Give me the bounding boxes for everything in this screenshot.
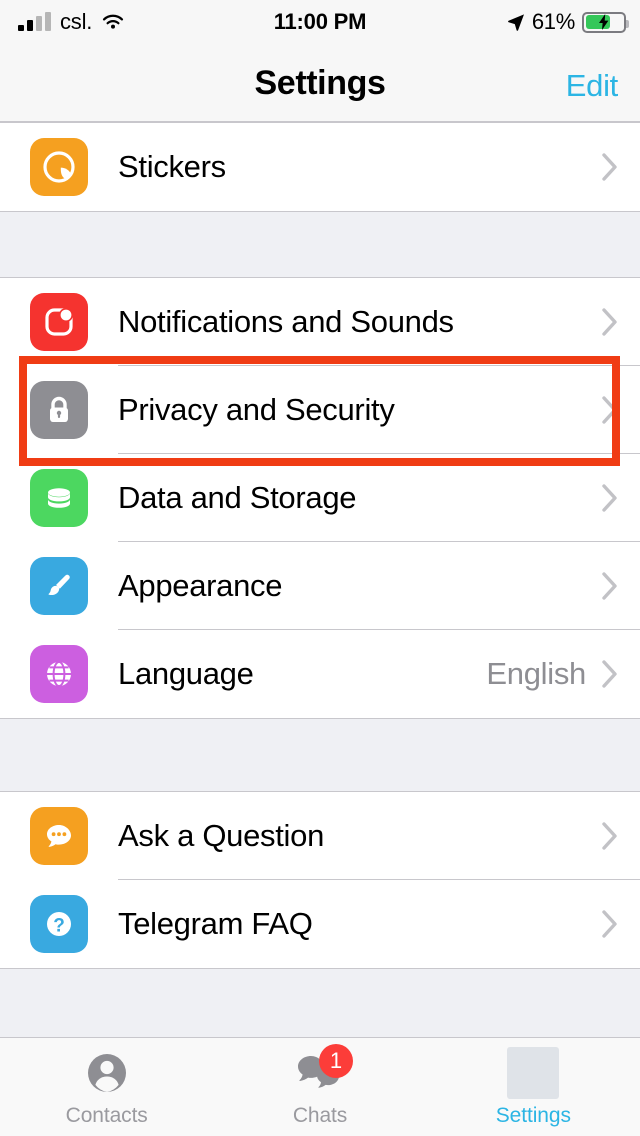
svg-text:?: ? (53, 916, 65, 937)
settings-row-label: Privacy and Security (118, 392, 395, 427)
paintbrush-icon (30, 557, 88, 615)
stickers-icon (30, 138, 88, 196)
settings-group-main: Notifications and Sounds Privacy and Sec… (0, 277, 640, 719)
settings-row-label: Notifications and Sounds (118, 304, 454, 339)
chevron-right-icon (602, 572, 617, 600)
settings-row-label: Data and Storage (118, 480, 357, 515)
chevron-right-icon (602, 396, 617, 424)
settings-row-label: Stickers (118, 149, 226, 184)
person-icon (80, 1046, 134, 1100)
settings-placeholder-icon (506, 1046, 560, 1100)
section-gap-2 (0, 719, 640, 791)
tab-bar: Contacts 1 Chats Settings (0, 1037, 640, 1136)
settings-row-notifications-and-sounds[interactable]: Notifications and Sounds (0, 278, 640, 366)
battery-percent: 61% (531, 9, 575, 34)
settings-row-appearance[interactable]: Appearance (0, 542, 640, 630)
settings-row-telegram-faq[interactable]: ? Telegram FAQ (0, 880, 640, 968)
chevron-right-icon (602, 660, 617, 688)
chats-bubbles-icon: 1 (293, 1044, 353, 1100)
chevron-right-icon (602, 308, 617, 336)
globe-icon (30, 645, 88, 703)
chevron-right-icon (602, 153, 617, 181)
settings-row-ask-a-question[interactable]: Ask a Question (0, 792, 640, 880)
settings-group-stickers: Stickers (0, 122, 640, 212)
settings-row-label: Telegram FAQ (118, 906, 313, 941)
chevron-right-icon (602, 484, 617, 512)
chevron-right-icon (602, 822, 617, 850)
settings-row-language[interactable]: Language English (0, 630, 640, 718)
location-arrow-icon (507, 13, 525, 31)
telegram-settings-screen: csl. 11:00 PM 61% Settings Edit Stickers… (0, 0, 640, 1136)
navigation-bar: Settings Edit (0, 44, 640, 122)
settings-row-stickers[interactable]: Stickers (0, 123, 640, 211)
settings-row-label: Appearance (118, 568, 283, 603)
tab-label: Contacts (65, 1104, 148, 1127)
settings-group-help: Ask a Question ? Telegram FAQ (0, 791, 640, 969)
language-value: English (486, 656, 586, 691)
page-title: Settings (254, 64, 386, 102)
lock-icon (30, 381, 88, 439)
section-gap-1 (0, 212, 640, 277)
status-bar-right: 61% (507, 9, 629, 35)
tab-contacts[interactable]: Contacts (0, 1038, 213, 1136)
settings-row-data-and-storage[interactable]: Data and Storage (0, 454, 640, 542)
tab-settings[interactable]: Settings (427, 1038, 640, 1136)
tab-chats[interactable]: 1 Chats (213, 1038, 426, 1136)
chat-bubble-icon (30, 807, 88, 865)
edit-button[interactable]: Edit (566, 68, 619, 104)
settings-row-label: Ask a Question (118, 818, 325, 853)
chats-unread-badge: 1 (318, 1044, 353, 1078)
notifications-icon (30, 293, 88, 351)
question-mark-icon: ? (30, 895, 88, 953)
tab-label: Settings (495, 1104, 571, 1127)
status-bar: csl. 11:00 PM 61% (0, 0, 640, 44)
battery-charging-icon (582, 11, 629, 33)
chevron-right-icon (602, 910, 617, 938)
settings-list[interactable]: Stickers Notifications and Sounds Privac… (0, 122, 640, 1037)
settings-row-label: Language (118, 656, 254, 691)
section-gap-3 (0, 969, 640, 1037)
settings-row-privacy-and-security[interactable]: Privacy and Security (0, 366, 640, 454)
tab-label: Chats (292, 1104, 348, 1127)
database-icon (30, 469, 88, 527)
